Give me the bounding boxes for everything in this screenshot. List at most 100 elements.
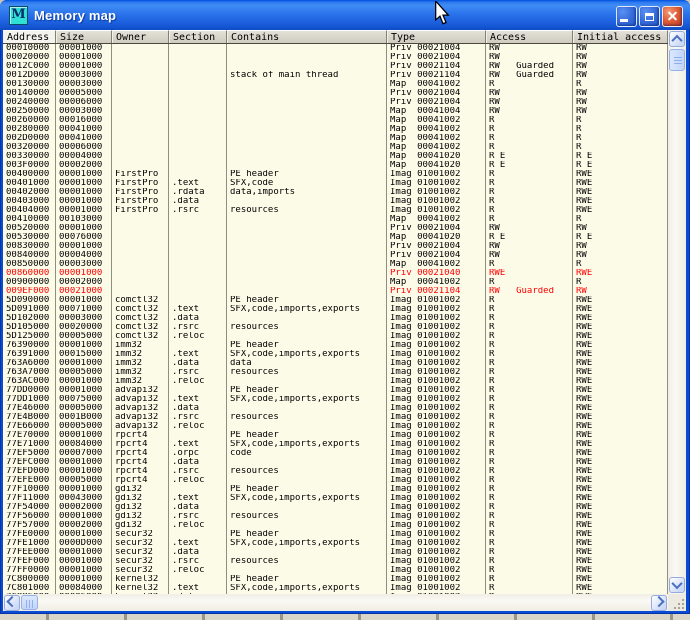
column-header-initial-access[interactable]: Initial access [573, 30, 668, 43]
cell-initial-access: RWE [573, 530, 668, 539]
table-row[interactable]: 0040100000001000FirstPro.textSFX,codeIma… [3, 179, 668, 188]
table-row[interactable]: 77EF500000007000rpcrt4.orpccodeImag 0100… [3, 449, 668, 458]
table-row[interactable]: 763A600000001000imm32.datadataImag 01001… [3, 359, 668, 368]
table-row[interactable]: 7C80000000001000kernel32PE headerImag 01… [3, 575, 668, 584]
cell-size: 00001000 [56, 269, 112, 278]
cell-size: 00001000 [56, 485, 112, 494]
table-row[interactable]: 77F5400000002000gdi32.dataImag 01001002R… [3, 503, 668, 512]
column-header-access[interactable]: Access [486, 30, 573, 43]
table-row[interactable]: 0041000000103000Map 00041002RR [3, 215, 668, 224]
horizontal-scroll-thumb[interactable] [21, 595, 38, 610]
table-row[interactable]: 0040200000001000FirstPro.rdatadata,impor… [3, 188, 668, 197]
close-button[interactable] [662, 6, 683, 27]
table-row[interactable]: 0026000000016000Map 00041002RR [3, 116, 668, 125]
table-row[interactable]: 7639100000015000imm32.textSFX,code,impor… [3, 350, 668, 359]
table-row[interactable]: 77FE10000000D000secur32.textSFX,code,imp… [3, 539, 668, 548]
table-row[interactable]: 77E7100000084000rpcrt4.textSFX,code,impo… [3, 440, 668, 449]
resize-grip[interactable] [668, 594, 686, 611]
table-row[interactable]: 0040300000001000FirstPro.dataImag 010010… [3, 197, 668, 206]
column-header-size[interactable]: Size [56, 30, 112, 43]
table-row[interactable]: 5D10200000003000comctl32.dataImag 010010… [3, 314, 668, 323]
table-row[interactable]: 77E6600000005000advapi32.relocImag 01001… [3, 422, 668, 431]
table-row[interactable]: 77DD000000001000advapi32PE headerImag 01… [3, 386, 668, 395]
table-row[interactable]: 0083000000001000Priv 00021004RWRW [3, 242, 668, 251]
cell-type: Priv 00021004 [387, 251, 486, 260]
table-row[interactable]: 0086000000001000Priv 00021040RWERWE [3, 269, 668, 278]
table-row[interactable]: 77FEF00000001000secur32.rsrcresourcesIma… [3, 557, 668, 566]
vertical-scrollbar[interactable] [668, 30, 686, 594]
table-row[interactable]: 0090000000002000Map 00041002RR [3, 278, 668, 287]
cell-initial-access: R [573, 143, 668, 152]
table-row[interactable]: 0085000000003000Map 00041002RR [3, 260, 668, 269]
table-row[interactable]: 77EFD00000001000rpcrt4.rsrcresourcesImag… [3, 467, 668, 476]
cell-initial-access: RWE [573, 323, 668, 332]
table-row[interactable]: 0084000000004000Priv 00021004RWRW [3, 251, 668, 260]
table-row[interactable]: 0040400000001000FirstPro.rsrcresourcesIm… [3, 206, 668, 215]
table-row[interactable]: 77FE000000001000secur32PE headerImag 010… [3, 530, 668, 539]
table-row[interactable]: 77DD100000075000advapi32.textSFX,code,im… [3, 395, 668, 404]
table-row[interactable]: 5D09000000001000comctl32PE headerImag 01… [3, 296, 668, 305]
table-row[interactable]: 5D12500000005000comctl32.relocImag 01001… [3, 332, 668, 341]
table-row[interactable]: 763AC00000001000imm32.relocImag 01001002… [3, 377, 668, 386]
cell-type: Imag 01001002 [387, 170, 486, 179]
scroll-right-button[interactable] [651, 595, 667, 611]
table-row[interactable]: 77F5600000001000gdi32.rsrcresourcesImag … [3, 512, 668, 521]
column-header-owner[interactable]: Owner [112, 30, 169, 43]
table-row[interactable]: 0053000000076000Map 00041020R ER E [3, 233, 668, 242]
table-row[interactable]: 0025000000003000Map 00041004RWRW [3, 107, 668, 116]
cell-owner [112, 215, 169, 224]
table-row[interactable]: 003F000000002000Map 00041020R ER E [3, 161, 668, 170]
titlebar[interactable]: M Memory map [0, 0, 690, 30]
cell-owner: kernel32 [112, 575, 169, 584]
table-row[interactable]: 77FEE00000001000secur32.dataImag 0100100… [3, 548, 668, 557]
table-row[interactable]: 77F5700000002000gdi32.relocImag 01001002… [3, 521, 668, 530]
column-header-section[interactable]: Section [169, 30, 227, 43]
table-row[interactable]: 763A700000005000imm32.rsrcresourcesImag … [3, 368, 668, 377]
column-header-contains[interactable]: Contains [227, 30, 387, 43]
cell-owner: comctl32 [112, 314, 169, 323]
vertical-scroll-thumb[interactable] [669, 49, 685, 71]
table-row[interactable]: 77E4600000005000advapi32.dataImag 010010… [3, 404, 668, 413]
table-row[interactable]: 0033000000004000Map 00041020R ER E [3, 152, 668, 161]
table-row[interactable]: 0012D00000003000stack of main threadPriv… [3, 71, 668, 80]
cell-initial-access: RWE [573, 296, 668, 305]
horizontal-scrollbar[interactable] [3, 594, 668, 611]
table-row[interactable]: 0028000000041000Map 00041002RR [3, 125, 668, 134]
table-row[interactable]: 77E7000000001000rpcrt4PE headerImag 0100… [3, 431, 668, 440]
table-row[interactable]: 0002000000001000Priv 00021004RWRW [3, 53, 668, 62]
cell-initial-access: RWE [573, 332, 668, 341]
table-row[interactable]: 77F1000000001000gdi32PE headerImag 01001… [3, 485, 668, 494]
close-icon [667, 11, 678, 22]
table-row[interactable]: 002D000000041000Map 00041002RR [3, 134, 668, 143]
table-row[interactable]: 5D09100000071000comctl32.textSFX,code,im… [3, 305, 668, 314]
cell-type: Map 00041002 [387, 116, 486, 125]
cell-size: 00001000 [56, 206, 112, 215]
table-row[interactable]: 5D10500000020000comctl32.rsrcresourcesIm… [3, 323, 668, 332]
table-row[interactable]: 0024000000006000Priv 00021004RWRW [3, 98, 668, 107]
table-row[interactable]: 0014000000005000Priv 00021004RWRW [3, 89, 668, 98]
table-row[interactable]: 77FF000000001000secur32.relocImag 010010… [3, 566, 668, 575]
cell-access: RW Guarded [486, 62, 573, 71]
table-row[interactable]: 77E4B0000001B000advapi32.rsrcresourcesIm… [3, 413, 668, 422]
table-row[interactable]: 7639000000001000imm32PE headerImag 01001… [3, 341, 668, 350]
column-header-type[interactable]: Type [387, 30, 486, 43]
table-row[interactable]: 77EFE00000005000rpcrt4.relocImag 0100100… [3, 476, 668, 485]
table-row[interactable]: 0040000000001000FirstProPE headerImag 01… [3, 170, 668, 179]
table-row[interactable]: 0032000000006000Map 00041002RR [3, 143, 668, 152]
table-row[interactable]: 0012C00000001000Priv 00021104RW GuardedR… [3, 62, 668, 71]
scroll-up-button[interactable] [669, 31, 685, 47]
table-row[interactable]: 0052000000001000Priv 00021004RWRW [3, 224, 668, 233]
table-row[interactable]: 009EF00000021000Priv 00021104RW GuardedR… [3, 287, 668, 296]
table-row[interactable]: 7C80100000084000kernel32.textSFX,code,im… [3, 584, 668, 593]
cell-access: R [486, 116, 573, 125]
scroll-left-button[interactable] [4, 595, 20, 611]
scroll-down-button[interactable] [669, 577, 685, 593]
table-row[interactable]: 77F1100000043000gdi32.textSFX,code,impor… [3, 494, 668, 503]
cell-section [169, 161, 227, 170]
table-row[interactable]: 77EFC00000001000rpcrt4.dataImag 01001002… [3, 458, 668, 467]
table-row[interactable]: 0013000000003000Map 00041002RR [3, 80, 668, 89]
maximize-button[interactable] [639, 6, 660, 27]
table-row[interactable]: 0001000000001000Priv 00021004RWRW [3, 44, 668, 53]
minimize-button[interactable] [616, 6, 637, 27]
column-header-address[interactable]: Address [3, 30, 56, 43]
